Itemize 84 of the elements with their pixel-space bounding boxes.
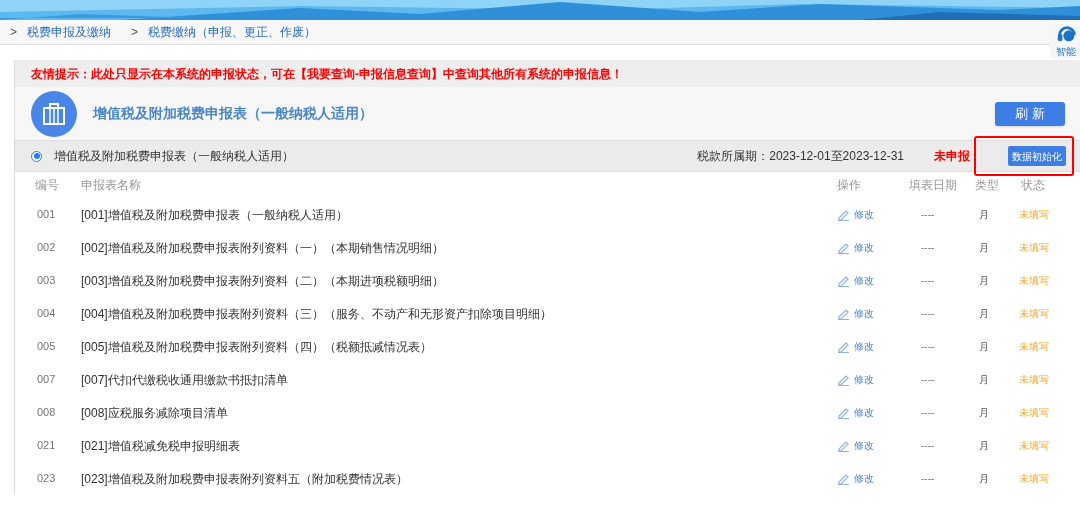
- table-cell-text: 未填写: [1018, 373, 1050, 387]
- column-header: 状态: [1020, 177, 1046, 194]
- table-cell-text: [005]增值税及附加税费申报表附列资料（四）（税额抵减情况表）: [81, 338, 433, 356]
- table-cell-text: 月: [978, 406, 990, 420]
- pencil-icon: [837, 472, 850, 485]
- table-cell-text: ----: [920, 406, 936, 420]
- table-cell-text: 未填写: [1018, 439, 1050, 453]
- form-icon: [31, 90, 77, 137]
- column-header: 申报表名称: [81, 177, 142, 194]
- table-cell-text: 未填写: [1018, 307, 1050, 321]
- table-cell-text: 月: [978, 439, 990, 453]
- notice-text: 友情提示：此处只显示在本系统的申报状态，可在【我要查询-申报信息查询】中查询其他所有系统的申报信息！: [31, 65, 623, 83]
- table-cell-text: [021]增值税减免税申报明细表: [81, 437, 241, 455]
- table-cell-text: 月: [978, 274, 990, 288]
- table-cell-text: 月: [978, 241, 990, 255]
- breadcrumb-link[interactable]: 税费申报及缴纳: [27, 23, 111, 41]
- table-cell-text: ----: [920, 307, 936, 321]
- edit-link[interactable]: 修改: [837, 240, 893, 255]
- edit-link[interactable]: 修改: [837, 372, 893, 387]
- column-header: 编号: [34, 177, 60, 194]
- table-cell-text: 未填写: [1018, 241, 1050, 255]
- table-cell-text: ----: [920, 274, 936, 288]
- pencil-icon: [837, 373, 850, 386]
- edit-link[interactable]: 修改: [837, 471, 893, 486]
- declaration-status: 未申报: [934, 148, 970, 165]
- breadcrumb-separator: >: [131, 24, 139, 41]
- radio-button[interactable]: [31, 150, 42, 162]
- pencil-icon: [837, 208, 850, 221]
- table-cell-text: 月: [978, 340, 990, 354]
- table-cell-text: ----: [920, 373, 936, 387]
- table-cell-text: 004: [36, 306, 57, 322]
- pencil-icon: [837, 340, 850, 353]
- form-title: 增值税及附加税费申报表（一般纳税人适用）: [93, 104, 373, 123]
- pencil-icon: [837, 439, 850, 452]
- column-header: 操作: [837, 177, 862, 194]
- table-cell-text: [004]增值税及附加税费申报表附列资料（三）（服务、不动产和无形资产扣除项目明细）: [81, 305, 553, 323]
- table-cell-text: 003: [36, 273, 57, 289]
- table-cell-text: 001: [36, 207, 57, 223]
- table-cell-text: 未填写: [1018, 340, 1050, 354]
- table-cell-text: ----: [920, 472, 936, 486]
- edit-link[interactable]: 修改: [837, 273, 893, 288]
- table-cell-text: [003]增值税及附加税费申报表附列资料（二）（本期进项税额明细）: [81, 272, 445, 290]
- assistant-button[interactable]: 智能: [1050, 21, 1080, 59]
- table-cell-text: 月: [978, 373, 990, 387]
- init-data-button[interactable]: 数据初始化: [1008, 146, 1066, 166]
- table-cell-text: [001]增值税及附加税费申报表（一般纳税人适用）: [81, 206, 349, 224]
- table-cell-text: 月: [978, 208, 990, 222]
- table-cell-text: 月: [978, 307, 990, 321]
- refresh-button[interactable]: 刷 新: [995, 101, 1065, 126]
- column-header: 类型: [974, 177, 1000, 194]
- assistant-label: 智能: [1056, 46, 1076, 58]
- table-cell-text: ----: [920, 241, 936, 255]
- table-cell-text: 002: [36, 240, 57, 256]
- table-cell-text: ----: [920, 340, 936, 354]
- table-cell-text: 未填写: [1018, 406, 1050, 420]
- table-cell-text: 023: [36, 471, 57, 487]
- table-cell-text: 月: [978, 472, 990, 486]
- table-cell-text: [008]应税服务减除项目清单: [81, 404, 229, 422]
- pencil-icon: [837, 406, 850, 419]
- table-cell-text: 未填写: [1018, 208, 1050, 222]
- table-cell-text: 005: [36, 339, 57, 355]
- table-cell-text: [002]增值税及附加税费申报表附列资料（一）（本期销售情况明细）: [81, 239, 445, 257]
- table-cell-text: 未填写: [1018, 472, 1050, 486]
- edit-link[interactable]: 修改: [837, 438, 893, 453]
- table-cell-text: ----: [920, 439, 936, 453]
- declaration-name: 增值税及附加税费申报表（一般纳税人适用）: [54, 148, 294, 165]
- pencil-icon: [837, 274, 850, 287]
- table-cell-text: 007: [36, 372, 57, 388]
- breadcrumb-separator: >: [10, 24, 17, 41]
- pencil-icon: [837, 307, 850, 320]
- table-cell-text: [007]代扣代缴税收通用缴款书抵扣清单: [81, 371, 289, 389]
- table-cell-text: [023]增值税及附加税费申报表附列资料五（附加税费情况表）: [81, 470, 409, 488]
- table-cell-text: ----: [920, 208, 936, 222]
- tax-period: 税款所属期：2023-12-01至2023-12-31: [697, 148, 904, 165]
- table-cell-text: 021: [36, 438, 57, 454]
- column-header: 填表日期: [908, 177, 958, 194]
- edit-link[interactable]: 修改: [837, 306, 893, 321]
- table-cell-text: 008: [36, 405, 57, 421]
- pencil-icon: [837, 241, 850, 254]
- edit-link[interactable]: 修改: [837, 405, 893, 420]
- edit-link[interactable]: 修改: [837, 207, 893, 222]
- table-cell-text: 未填写: [1018, 274, 1050, 288]
- edit-link[interactable]: 修改: [837, 339, 893, 354]
- breadcrumb-link[interactable]: 税费缴纳（申报、更正、作废）: [148, 23, 317, 41]
